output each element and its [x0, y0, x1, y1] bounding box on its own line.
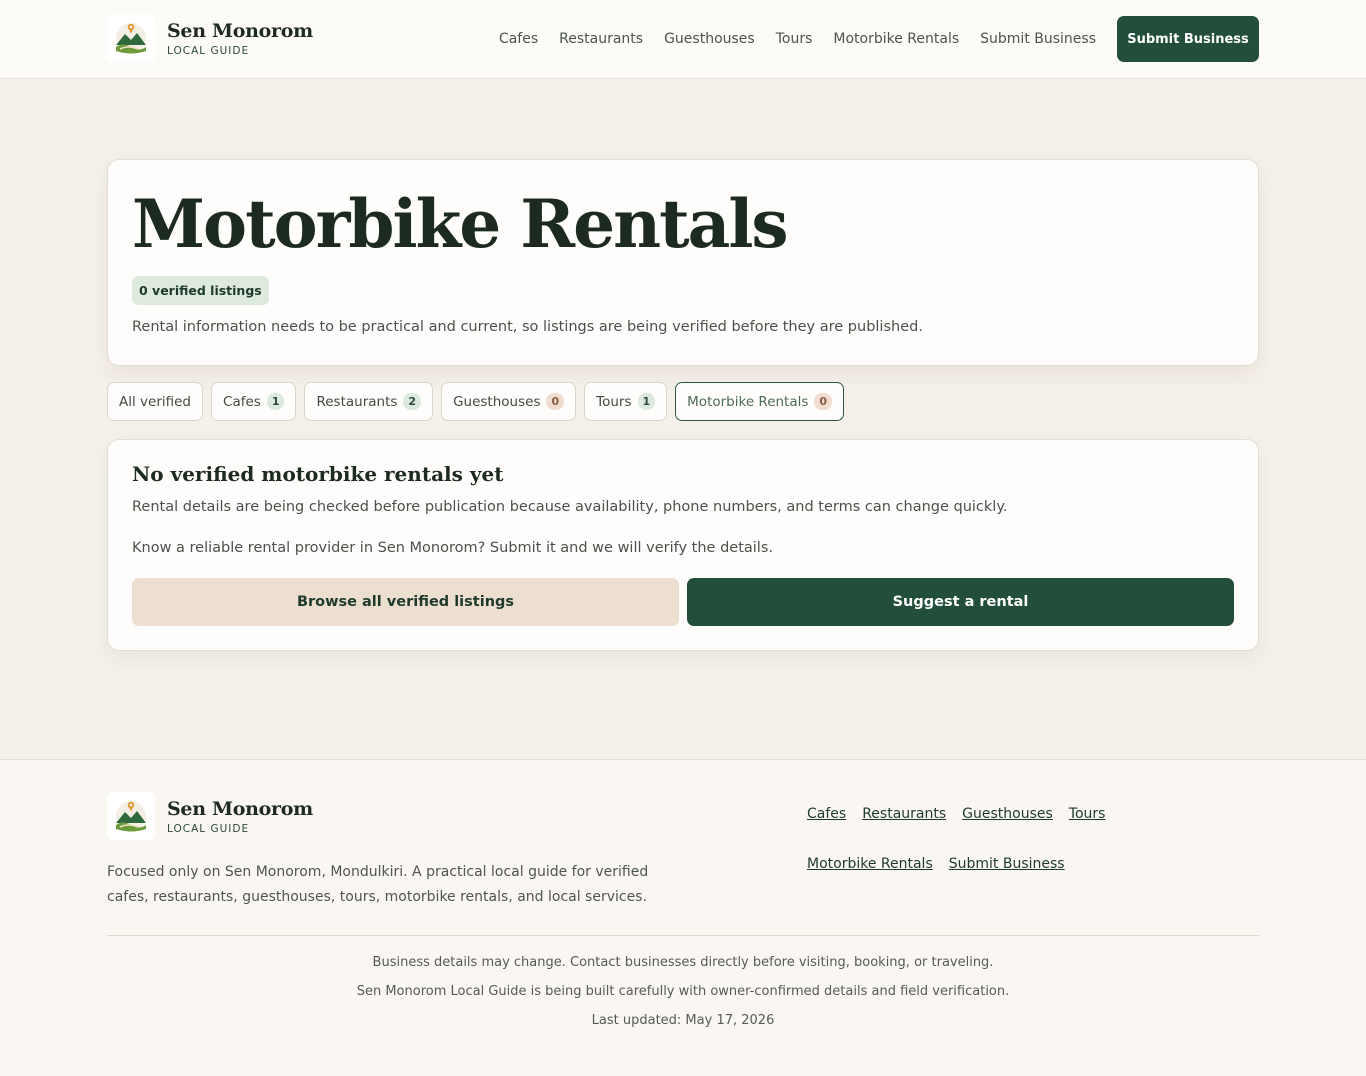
- hero-description: Rental information needs to be practical…: [132, 319, 923, 335]
- empty-state-text: Rental details are being checked before …: [132, 499, 1008, 515]
- nav-submit-business[interactable]: Submit Business: [980, 31, 1096, 47]
- mountain-logo-icon: [107, 792, 155, 840]
- tab-count-badge: 1: [637, 393, 656, 410]
- tab-restaurants[interactable]: Restaurants 2: [304, 382, 434, 421]
- footer-last-updated: Last updated: May 17, 2026: [591, 1013, 775, 1028]
- tab-label: Cafes: [223, 393, 261, 410]
- footer-link-restaurants[interactable]: Restaurants: [862, 803, 946, 825]
- page-title: Motorbike Rentals: [132, 185, 789, 263]
- tab-count-badge: 2: [403, 393, 422, 410]
- nav-cafes[interactable]: Cafes: [499, 31, 538, 47]
- footer-link-guesthouses[interactable]: Guesthouses: [962, 803, 1053, 825]
- footer-brand-block: Sen Monorom LOCAL GUIDE: [167, 798, 313, 835]
- tab-guesthouses[interactable]: Guesthouses 0: [441, 382, 577, 421]
- tab-cafes[interactable]: Cafes 1: [211, 382, 297, 421]
- footer-link-motorbike-rentals[interactable]: Motorbike Rentals: [807, 853, 933, 875]
- footer-description: Focused only on Sen Monorom, Mondulkiri.…: [107, 864, 649, 905]
- tab-label: All verified: [119, 393, 192, 410]
- tab-label: Tours: [596, 393, 632, 410]
- site-footer: Sen Monorom LOCAL GUIDE Focused only on …: [0, 759, 1366, 1076]
- tab-count-badge: 0: [814, 393, 833, 410]
- tab-label: Restaurants: [316, 393, 398, 410]
- verified-count-badge: 0 verified listings: [132, 276, 269, 305]
- footer-divider: [107, 935, 1259, 936]
- footer-disclaimer: Business details may change. Contact bus…: [372, 955, 994, 970]
- tab-label: Motorbike Rentals: [687, 393, 809, 410]
- empty-state-title: No verified motorbike rentals yet: [132, 462, 504, 486]
- tab-count-badge: 0: [546, 393, 565, 410]
- empty-state-card: No verified motorbike rentals yet Rental…: [107, 439, 1259, 651]
- footer-links: Cafes Restaurants Guesthouses Tours Moto…: [807, 803, 1247, 875]
- footer-link-cafes[interactable]: Cafes: [807, 803, 846, 825]
- brand-block: Sen Monorom LOCAL GUIDE: [167, 20, 313, 57]
- header-logo-link[interactable]: Sen Monorom LOCAL GUIDE: [107, 14, 313, 62]
- tab-count-badge: 1: [266, 393, 285, 410]
- hero-card: Motorbike Rentals 0 verified listings Re…: [107, 159, 1259, 366]
- brand-subtitle: LOCAL GUIDE: [167, 44, 250, 57]
- footer-link-submit-business[interactable]: Submit Business: [949, 853, 1065, 875]
- suggest-rental-button[interactable]: Suggest a rental: [687, 578, 1234, 626]
- footer-logo-link[interactable]: Sen Monorom LOCAL GUIDE: [107, 792, 313, 840]
- submit-business-button[interactable]: Submit Business: [1117, 16, 1259, 62]
- nav-guesthouses[interactable]: Guesthouses: [664, 31, 755, 47]
- tab-label: Guesthouses: [453, 393, 541, 410]
- site-header: Sen Monorom LOCAL GUIDE Cafes Restaurant…: [0, 0, 1366, 79]
- empty-state-cta-text: Know a reliable rental provider in Sen M…: [132, 540, 773, 556]
- mountain-logo-icon: [107, 14, 155, 62]
- footer-brand-name: Sen Monorom: [167, 797, 313, 820]
- brand-name: Sen Monorom: [167, 19, 313, 42]
- tab-motorbike-rentals[interactable]: Motorbike Rentals 0: [675, 382, 845, 421]
- category-filter-tabs: All verified Cafes 1 Restaurants 2 Guest…: [107, 382, 845, 421]
- nav-restaurants[interactable]: Restaurants: [559, 31, 643, 47]
- footer-link-tours[interactable]: Tours: [1069, 803, 1106, 825]
- main-nav: Cafes Restaurants Guesthouses Tours Moto…: [499, 0, 1259, 78]
- tab-tours[interactable]: Tours 1: [584, 382, 668, 421]
- browse-all-listings-button[interactable]: Browse all verified listings: [132, 578, 679, 626]
- nav-motorbike-rentals[interactable]: Motorbike Rentals: [833, 31, 959, 47]
- footer-brand-subtitle: LOCAL GUIDE: [167, 822, 250, 835]
- footer-verification-note: Sen Monorom Local Guide is being built c…: [356, 984, 1010, 999]
- nav-tours[interactable]: Tours: [776, 31, 813, 47]
- tab-all-verified[interactable]: All verified: [107, 382, 204, 421]
